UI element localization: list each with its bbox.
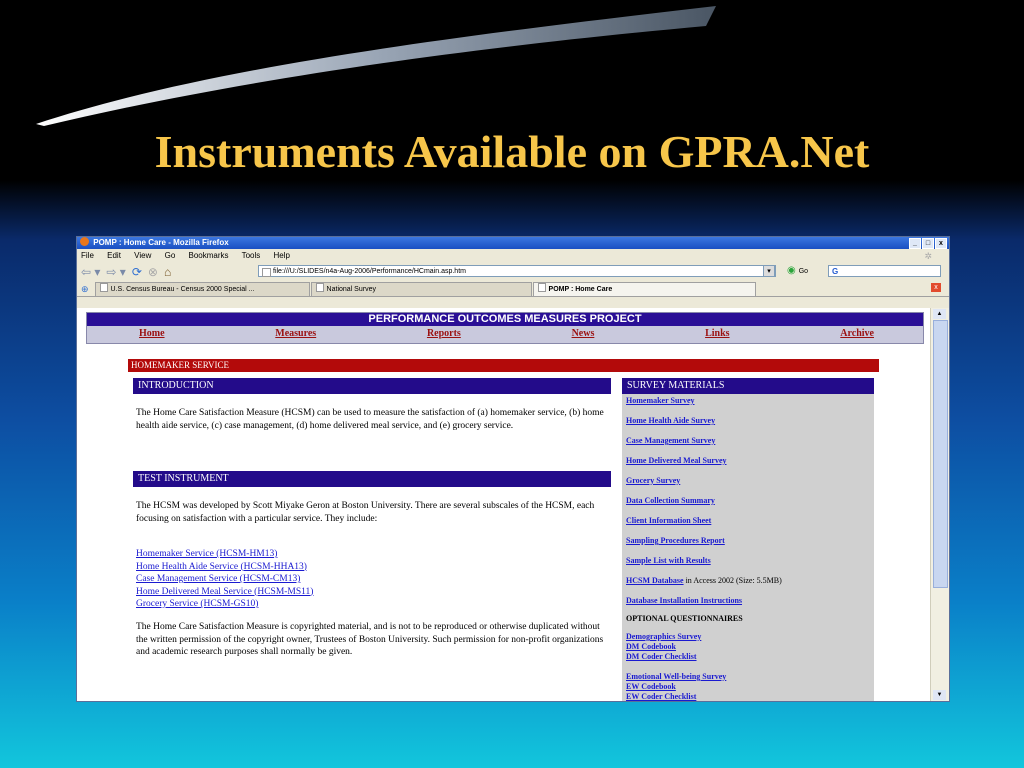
optional-link[interactable]: Demographics Survey bbox=[626, 632, 701, 641]
survey-link[interactable]: Sampling Procedures Report bbox=[626, 536, 725, 545]
survey-link[interactable]: Grocery Survey bbox=[626, 476, 680, 485]
nav-links[interactable]: Links bbox=[705, 326, 729, 342]
browser-window: POMP : Home Care - Mozilla Firefox _ □ x… bbox=[76, 236, 950, 702]
slide-title: Instruments Available on GPRA.Net bbox=[154, 126, 870, 177]
nav-reports[interactable]: Reports bbox=[427, 326, 461, 342]
forward-arrow-icon[interactable]: ⇨ ▾ bbox=[106, 265, 125, 279]
scroll-thumb[interactable] bbox=[933, 320, 948, 588]
reload-icon[interactable]: ⟳ bbox=[132, 265, 142, 279]
tab-bar: ⊕ U.S. Census Bureau - Census 2000 Speci… bbox=[77, 281, 949, 297]
site-title: PERFORMANCE OUTCOMES MEASURES PROJECT bbox=[87, 313, 923, 326]
go-button[interactable]: ◉ Go bbox=[787, 265, 808, 278]
optional-link[interactable]: EW Coder Checklist bbox=[626, 692, 696, 701]
new-tab-icon[interactable]: ⊕ bbox=[81, 284, 89, 295]
survey-link[interactable]: Home Health Aide Survey bbox=[626, 416, 715, 425]
install-instructions-link[interactable]: Database Installation Instructions bbox=[626, 596, 742, 605]
optional-heading: OPTIONAL QUESTIONNAIRES bbox=[626, 614, 743, 623]
survey-link[interactable]: Homemaker Survey bbox=[626, 396, 695, 405]
intro-heading: INTRODUCTION bbox=[133, 378, 611, 394]
url-input[interactable]: file:///U:/SLIDES/n4a-Aug-2006/Performan… bbox=[258, 265, 776, 277]
section-bar: HOMEMAKER SERVICE bbox=[128, 359, 879, 372]
survey-link[interactable]: Case Management Survey bbox=[626, 436, 715, 445]
instrument-link[interactable]: Home Health Aide Service (HCSM-HHA13) bbox=[136, 561, 313, 574]
go-arrow-icon: ◉ bbox=[787, 265, 796, 276]
url-text: file:///U:/SLIDES/n4a-Aug-2006/Performan… bbox=[273, 268, 466, 275]
instrument-link[interactable]: Grocery Service (HCSM-GS10) bbox=[136, 598, 313, 611]
optional-link[interactable]: EW Codebook bbox=[626, 682, 676, 691]
page-icon bbox=[262, 268, 271, 277]
page-content: PERFORMANCE OUTCOMES MEASURES PROJECT Ho… bbox=[77, 308, 930, 701]
test-text: The HCSM was developed by Scott Miyake G… bbox=[136, 501, 595, 524]
menu-help[interactable]: Help bbox=[274, 251, 290, 260]
instrument-link[interactable]: Homemaker Service (HCSM-HM13) bbox=[136, 548, 313, 561]
close-tab-icon[interactable]: x bbox=[931, 283, 941, 292]
vertical-scrollbar[interactable]: ▲ ▼ bbox=[930, 308, 949, 701]
title-swoosh-decoration bbox=[36, 6, 716, 126]
optional-link[interactable]: Emotional Well-being Survey bbox=[626, 672, 726, 681]
tab-page-icon bbox=[99, 283, 108, 292]
survey-heading: SURVEY MATERIALS bbox=[622, 378, 874, 394]
instrument-link[interactable]: Case Management Service (HCSM-CM13) bbox=[136, 573, 313, 586]
navigation-toolbar: ⇦ ▾ ⇨ ▾ ⟳ ⊗ ⌂ file:///U:/SLIDES/n4a-Aug-… bbox=[77, 262, 949, 281]
scroll-up-icon[interactable]: ▲ bbox=[933, 309, 946, 319]
tab-page-icon bbox=[315, 283, 324, 292]
home-icon[interactable]: ⌂ bbox=[164, 265, 171, 279]
survey-materials-panel: SURVEY MATERIALS Homemaker Survey Home H… bbox=[622, 378, 874, 701]
menu-view[interactable]: View bbox=[134, 251, 151, 260]
firefox-icon bbox=[80, 237, 89, 246]
test-heading: TEST INSTRUMENT bbox=[133, 471, 611, 487]
close-window-button[interactable]: x bbox=[935, 238, 947, 249]
menu-edit[interactable]: Edit bbox=[107, 251, 121, 260]
search-input[interactable]: G bbox=[828, 265, 941, 277]
survey-link[interactable]: Home Delivered Meal Survey bbox=[626, 456, 727, 465]
instrument-link[interactable]: Home Delivered Meal Service (HCSM-MS11) bbox=[136, 586, 313, 599]
minimize-button[interactable]: _ bbox=[909, 238, 921, 249]
survey-link[interactable]: Client Information Sheet bbox=[626, 516, 711, 525]
maximize-button[interactable]: □ bbox=[922, 238, 934, 249]
tab-page-icon bbox=[537, 283, 546, 292]
menu-tools[interactable]: Tools bbox=[242, 251, 261, 260]
tab-census[interactable]: U.S. Census Bureau - Census 2000 Special… bbox=[94, 282, 310, 296]
stop-icon[interactable]: ⊗ bbox=[148, 265, 158, 279]
site-nav: Home Measures Reports News Links Archive bbox=[87, 326, 923, 342]
window-title: POMP : Home Care - Mozilla Firefox bbox=[93, 238, 229, 247]
nav-measures[interactable]: Measures bbox=[275, 326, 316, 342]
menu-bookmarks[interactable]: Bookmarks bbox=[189, 251, 229, 260]
optional-link[interactable]: DM Coder Checklist bbox=[626, 652, 697, 661]
tab-national-survey[interactable]: National Survey bbox=[310, 282, 532, 296]
database-note: in Access 2002 (Size: 5.5MB) bbox=[683, 576, 782, 585]
browser-titlebar: POMP : Home Care - Mozilla Firefox _ □ x bbox=[77, 237, 949, 249]
scroll-down-icon[interactable]: ▼ bbox=[933, 690, 946, 700]
url-dropdown-icon[interactable]: ▾ bbox=[763, 265, 775, 277]
database-link[interactable]: HCSM Database bbox=[626, 576, 684, 585]
survey-link[interactable]: Sample List with Results bbox=[626, 556, 711, 565]
intro-text: The Home Care Satisfaction Measure (HCSM… bbox=[136, 408, 604, 431]
menu-file[interactable]: File bbox=[81, 251, 94, 260]
nav-news[interactable]: News bbox=[572, 326, 595, 342]
survey-link[interactable]: Data Collection Summary bbox=[626, 496, 715, 505]
nav-home[interactable]: Home bbox=[139, 326, 165, 342]
menu-go[interactable]: Go bbox=[165, 251, 176, 260]
instrument-list: Homemaker Service (HCSM-HM13) Home Healt… bbox=[136, 548, 313, 611]
nav-archive[interactable]: Archive bbox=[840, 326, 874, 342]
tab-pomp-home-care[interactable]: POMP : Home Care bbox=[532, 282, 756, 296]
site-header: PERFORMANCE OUTCOMES MEASURES PROJECT Ho… bbox=[86, 312, 924, 344]
menu-bar: File Edit View Go Bookmarks Tools Help ✲ bbox=[77, 249, 949, 262]
optional-link[interactable]: DM Codebook bbox=[626, 642, 676, 651]
back-arrow-icon[interactable]: ⇦ ▾ bbox=[81, 265, 100, 279]
copyright-text: The Home Care Satisfaction Measure is co… bbox=[136, 622, 604, 657]
